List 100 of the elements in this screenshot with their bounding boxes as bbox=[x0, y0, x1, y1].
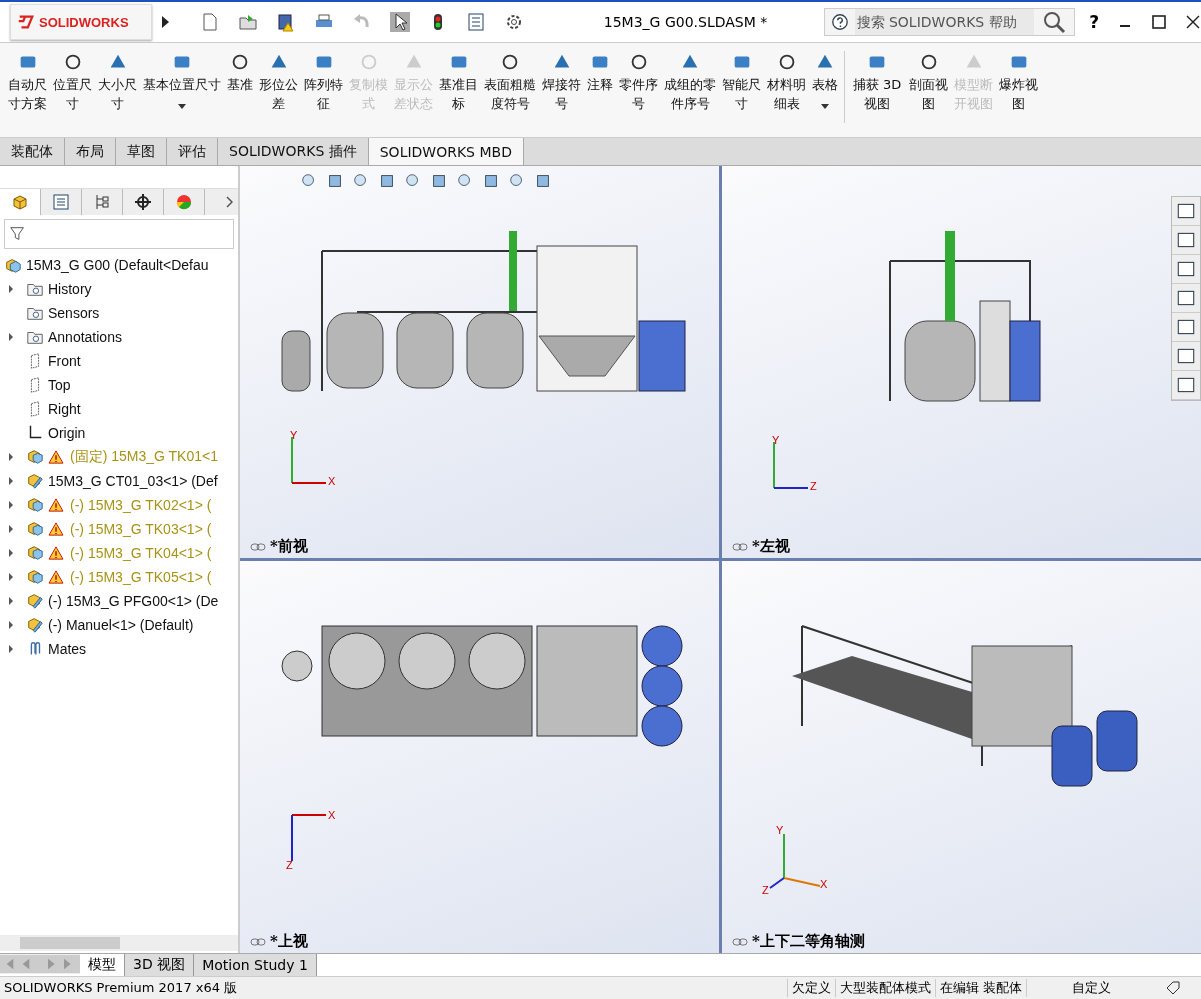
ribbon-button[interactable]: 基准 bbox=[225, 51, 255, 94]
ribbon-button[interactable]: 注释 bbox=[585, 51, 615, 94]
warning-icon bbox=[48, 570, 64, 584]
assembly-icon bbox=[26, 616, 44, 634]
axis-label: Z bbox=[810, 479, 817, 492]
help-circle-icon bbox=[830, 13, 849, 31]
cube-icon bbox=[26, 448, 44, 466]
tree-item[interactable]: Top bbox=[48, 377, 71, 393]
close-icon[interactable] bbox=[1185, 14, 1201, 30]
status-field: 欠定义 bbox=[786, 979, 835, 997]
status-field: 在编辑 装配体 bbox=[934, 979, 1026, 997]
ribbon-button[interactable]: 捕获 3D视图 bbox=[849, 51, 905, 113]
ribbon-button[interactable]: 基本位置尺寸 bbox=[141, 51, 223, 109]
tree-item[interactable]: (-) Manuel<1> (Default) bbox=[48, 617, 194, 633]
view-tool-icon[interactable] bbox=[482, 172, 500, 190]
tree-item[interactable]: Annotations bbox=[48, 329, 122, 345]
expand-arrow-icon[interactable] bbox=[8, 332, 14, 342]
logo-text: SOLIDWORKS bbox=[39, 14, 129, 30]
expand-arrow-icon[interactable] bbox=[8, 620, 14, 630]
view-tool-icon[interactable] bbox=[534, 172, 552, 190]
cube-icon[interactable] bbox=[0, 189, 41, 215]
filter-icon bbox=[9, 225, 27, 243]
view-tool-icon[interactable] bbox=[326, 172, 344, 190]
warning-icon bbox=[48, 522, 64, 536]
list-icon[interactable] bbox=[465, 12, 486, 32]
ribbon-button[interactable]: 基准目标 bbox=[437, 51, 480, 113]
tree-item[interactable]: 15M3_G G00 (Default<Defau bbox=[26, 257, 209, 273]
expand-arrow-icon[interactable] bbox=[8, 500, 14, 510]
expand-arrow-icon[interactable] bbox=[8, 548, 14, 558]
link-icon bbox=[250, 541, 266, 552]
assembly-icon bbox=[26, 592, 44, 610]
ribbon-button[interactable]: 形位公差 bbox=[257, 51, 300, 113]
bottom-tab[interactable]: Motion Study 1 bbox=[194, 954, 317, 976]
viewport[interactable]: Y Z *左视 bbox=[722, 166, 1201, 558]
ribbon-button[interactable]: 自动尺寸方案 bbox=[6, 51, 49, 113]
tree-item[interactable]: Front bbox=[48, 353, 81, 369]
help-menu[interactable]: ? bbox=[1089, 12, 1100, 32]
ribbon-button[interactable]: 阵列特征 bbox=[302, 51, 345, 113]
save-icon[interactable] bbox=[275, 12, 296, 32]
view-tool-icon[interactable] bbox=[378, 172, 396, 190]
expand-arrow-icon[interactable] bbox=[8, 596, 14, 606]
tree-item[interactable]: (-) 15M3_G PFG00<1> (De bbox=[48, 593, 219, 609]
tree-item[interactable]: History bbox=[48, 281, 92, 297]
expand-arrow-icon[interactable] bbox=[8, 476, 14, 486]
tag-icon[interactable] bbox=[1165, 980, 1181, 996]
viewport[interactable]: X Z *上视 bbox=[240, 561, 719, 953]
ribbon-button[interactable]: 大小尺寸 bbox=[96, 51, 139, 113]
tree-item[interactable]: Mates bbox=[48, 641, 87, 657]
view-label: *上下二等角轴测 bbox=[752, 932, 865, 951]
axis-label: Z bbox=[762, 883, 769, 896]
axis-label: Y bbox=[772, 433, 780, 446]
assembly-icon bbox=[26, 472, 44, 490]
open-folder-icon[interactable] bbox=[237, 12, 258, 32]
select-cursor-icon[interactable] bbox=[389, 12, 410, 32]
chevron-right-icon[interactable] bbox=[225, 196, 233, 208]
axis-label: Y bbox=[776, 823, 784, 836]
ribbon-button[interactable]: 焊接符号 bbox=[540, 51, 583, 113]
axis-label: X bbox=[328, 808, 336, 821]
tree-item[interactable]: Right bbox=[48, 401, 81, 417]
assembly-icon bbox=[4, 256, 22, 274]
expand-arrow-icon[interactable] bbox=[8, 572, 14, 582]
warning-icon bbox=[48, 498, 64, 512]
bottom-tab[interactable]: 3D 视图 bbox=[125, 954, 195, 976]
ribbon-button[interactable]: 材料明细表 bbox=[765, 51, 808, 113]
command-tab[interactable]: SOLIDWORKS MBD bbox=[368, 138, 524, 165]
viewport[interactable]: Y X Z *上下二等角轴测 bbox=[722, 561, 1201, 953]
expand-arrow-icon[interactable] bbox=[8, 644, 14, 654]
ribbon-button[interactable]: 位置尺寸 bbox=[51, 51, 94, 113]
maximize-icon[interactable] bbox=[1151, 14, 1168, 30]
caret-icon bbox=[178, 104, 186, 109]
expand-arrow-icon[interactable] bbox=[8, 524, 14, 534]
axis-label: Y bbox=[290, 428, 298, 441]
view-tool-icon[interactable] bbox=[430, 172, 448, 190]
search-icon[interactable] bbox=[1042, 10, 1067, 34]
ribbon-button[interactable]: 剖面视图 bbox=[907, 51, 950, 113]
axis-label: X bbox=[328, 474, 336, 487]
tree-item[interactable]: Sensors bbox=[48, 305, 100, 321]
link-icon bbox=[732, 541, 748, 552]
search-field[interactable]: 搜索 SOLIDWORKS 帮助 bbox=[823, 8, 1076, 36]
solidworks-logo[interactable]: SOLIDWORKS bbox=[10, 4, 152, 40]
ribbon-button[interactable]: 爆炸视图 bbox=[997, 51, 1040, 113]
axis-label: X bbox=[820, 877, 828, 890]
viewport[interactable]: Y X *前视 bbox=[240, 166, 719, 558]
ribbon-button[interactable]: 智能尺寸 bbox=[720, 51, 763, 113]
status-field: 大型装配体模式 bbox=[834, 979, 935, 997]
tree-item[interactable]: Origin bbox=[48, 425, 86, 441]
warning-icon bbox=[48, 450, 64, 464]
cube-icon bbox=[26, 568, 44, 586]
warning-icon bbox=[48, 546, 64, 560]
tree-item[interactable]: 15M3_G CT01_03<1> (Def bbox=[48, 473, 218, 489]
horizontal-scrollbar[interactable] bbox=[0, 935, 238, 951]
ribbon-button[interactable]: 零件序号 bbox=[617, 51, 660, 113]
expand-arrow-icon[interactable] bbox=[159, 15, 170, 29]
caret-icon bbox=[821, 104, 829, 109]
expand-arrow-icon[interactable] bbox=[8, 284, 14, 294]
filter-field[interactable] bbox=[4, 219, 234, 249]
ribbon-button[interactable]: 表格 bbox=[810, 51, 840, 109]
ribbon-button[interactable]: 表面粗糙度符号 bbox=[482, 51, 538, 113]
ribbon-button[interactable]: 成组的零件序号 bbox=[662, 51, 718, 113]
expand-arrow-icon[interactable] bbox=[8, 452, 14, 462]
